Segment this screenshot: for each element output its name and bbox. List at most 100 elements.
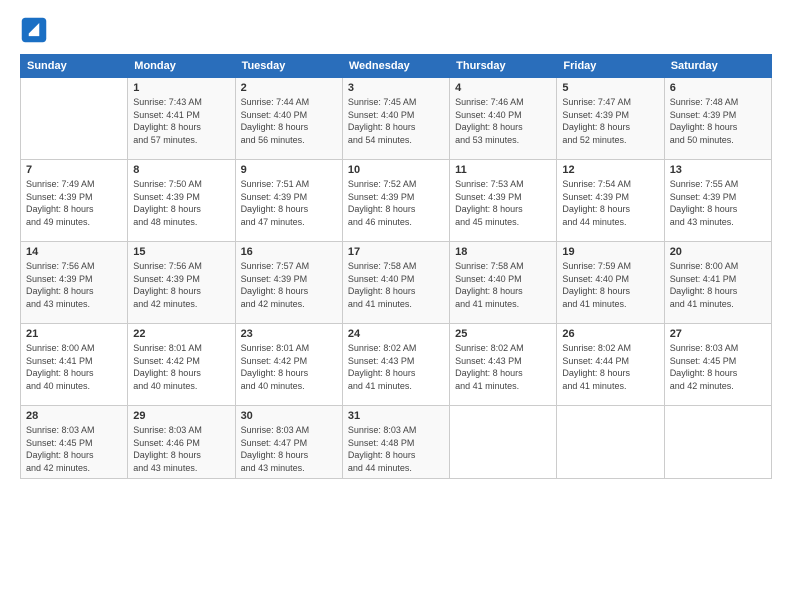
day-number: 18	[455, 246, 551, 258]
day-info: Sunrise: 8:03 AM Sunset: 4:45 PM Dayligh…	[670, 342, 766, 392]
day-number: 16	[241, 246, 337, 258]
day-info: Sunrise: 8:03 AM Sunset: 4:47 PM Dayligh…	[241, 424, 337, 474]
weekday-header-thursday: Thursday	[450, 55, 557, 78]
day-number: 11	[455, 164, 551, 176]
day-info: Sunrise: 8:03 AM Sunset: 4:48 PM Dayligh…	[348, 424, 444, 474]
day-info: Sunrise: 8:03 AM Sunset: 4:45 PM Dayligh…	[26, 424, 122, 474]
day-number: 22	[133, 328, 229, 340]
calendar-cell: 11 Sunrise: 7:53 AM Sunset: 4:39 PM Dayli…	[450, 160, 557, 242]
day-info: Sunrise: 8:02 AM Sunset: 4:44 PM Dayligh…	[562, 342, 658, 392]
day-number: 28	[26, 410, 122, 422]
day-info: Sunrise: 7:54 AM Sunset: 4:39 PM Dayligh…	[562, 178, 658, 228]
calendar-cell	[557, 406, 664, 479]
day-info: Sunrise: 7:43 AM Sunset: 4:41 PM Dayligh…	[133, 96, 229, 146]
weekday-header-sunday: Sunday	[21, 55, 128, 78]
weekday-header-tuesday: Tuesday	[235, 55, 342, 78]
day-number: 7	[26, 164, 122, 176]
day-number: 5	[562, 82, 658, 94]
day-number: 3	[348, 82, 444, 94]
day-number: 14	[26, 246, 122, 258]
calendar-cell: 14 Sunrise: 7:56 AM Sunset: 4:39 PM Dayli…	[21, 242, 128, 324]
weekday-header-monday: Monday	[128, 55, 235, 78]
calendar-cell: 25Sunrise: 8:02 AM Sunset: 4:43 PM Dayli…	[450, 324, 557, 406]
day-number: 19	[562, 246, 658, 258]
day-info: Sunrise: 8:00 AM Sunset: 4:41 PM Dayligh…	[670, 260, 766, 310]
calendar-cell: 24Sunrise: 8:02 AM Sunset: 4:43 PM Dayli…	[342, 324, 449, 406]
day-number: 26	[562, 328, 658, 340]
day-info: Sunrise: 7:56 AM Sunset: 4:39 PM Dayligh…	[133, 260, 229, 310]
calendar-cell: 26 Sunrise: 8:02 AM Sunset: 4:44 PM Dayli…	[557, 324, 664, 406]
weekday-header-row: SundayMondayTuesdayWednesdayThursdayFrid…	[21, 55, 772, 78]
day-info: Sunrise: 8:02 AM Sunset: 4:43 PM Dayligh…	[348, 342, 444, 392]
day-info: Sunrise: 7:46 AM Sunset: 4:40 PM Dayligh…	[455, 96, 551, 146]
calendar-cell: 18 Sunrise: 7:58 AM Sunset: 4:40 PM Dayli…	[450, 242, 557, 324]
calendar-cell: 28 Sunrise: 8:03 AM Sunset: 4:45 PM Dayli…	[21, 406, 128, 479]
day-info: Sunrise: 7:59 AM Sunset: 4:40 PM Dayligh…	[562, 260, 658, 310]
weekday-header-friday: Friday	[557, 55, 664, 78]
day-number: 29	[133, 410, 229, 422]
calendar-cell: 7 Sunrise: 7:49 AM Sunset: 4:39 PM Daylig…	[21, 160, 128, 242]
calendar-cell	[450, 406, 557, 479]
day-info: Sunrise: 7:49 AM Sunset: 4:39 PM Dayligh…	[26, 178, 122, 228]
calendar-cell: 6Sunrise: 7:48 AM Sunset: 4:39 PM Daylig…	[664, 78, 771, 160]
day-number: 15	[133, 246, 229, 258]
calendar-cell: 29 Sunrise: 8:03 AM Sunset: 4:46 PM Dayli…	[128, 406, 235, 479]
calendar-cell: 17Sunrise: 7:58 AM Sunset: 4:40 PM Dayli…	[342, 242, 449, 324]
calendar-cell	[21, 78, 128, 160]
day-number: 30	[241, 410, 337, 422]
calendar-cell: 2 Sunrise: 7:44 AM Sunset: 4:40 PM Daylig…	[235, 78, 342, 160]
day-info: Sunrise: 7:58 AM Sunset: 4:40 PM Dayligh…	[348, 260, 444, 310]
weekday-header-saturday: Saturday	[664, 55, 771, 78]
day-number: 4	[455, 82, 551, 94]
day-info: Sunrise: 7:55 AM Sunset: 4:39 PM Dayligh…	[670, 178, 766, 228]
calendar-cell: 13 Sunrise: 7:55 AM Sunset: 4:39 PM Dayli…	[664, 160, 771, 242]
day-info: Sunrise: 7:56 AM Sunset: 4:39 PM Dayligh…	[26, 260, 122, 310]
calendar-cell: 9 Sunrise: 7:51 AM Sunset: 4:39 PM Daylig…	[235, 160, 342, 242]
day-number: 1	[133, 82, 229, 94]
day-info: Sunrise: 7:48 AM Sunset: 4:39 PM Dayligh…	[670, 96, 766, 146]
day-info: Sunrise: 7:47 AM Sunset: 4:39 PM Dayligh…	[562, 96, 658, 146]
logo	[20, 16, 52, 44]
calendar-cell: 31 Sunrise: 8:03 AM Sunset: 4:48 PM Dayli…	[342, 406, 449, 479]
day-info: Sunrise: 7:52 AM Sunset: 4:39 PM Dayligh…	[348, 178, 444, 228]
calendar-cell: 22Sunrise: 8:01 AM Sunset: 4:42 PM Dayli…	[128, 324, 235, 406]
day-number: 31	[348, 410, 444, 422]
day-number: 20	[670, 246, 766, 258]
day-info: Sunrise: 8:00 AM Sunset: 4:41 PM Dayligh…	[26, 342, 122, 392]
day-number: 27	[670, 328, 766, 340]
day-number: 10	[348, 164, 444, 176]
calendar-table: SundayMondayTuesdayWednesdayThursdayFrid…	[20, 54, 772, 479]
day-info: Sunrise: 7:45 AM Sunset: 4:40 PM Dayligh…	[348, 96, 444, 146]
calendar-cell: 30 Sunrise: 8:03 AM Sunset: 4:47 PM Dayli…	[235, 406, 342, 479]
calendar-cell: 5 Sunrise: 7:47 AM Sunset: 4:39 PM Daylig…	[557, 78, 664, 160]
calendar-cell: 1 Sunrise: 7:43 AM Sunset: 4:41 PM Daylig…	[128, 78, 235, 160]
calendar-cell: 21 Sunrise: 8:00 AM Sunset: 4:41 PM Dayli…	[21, 324, 128, 406]
calendar-cell: 15 Sunrise: 7:56 AM Sunset: 4:39 PM Dayli…	[128, 242, 235, 324]
calendar-cell: 4 Sunrise: 7:46 AM Sunset: 4:40 PM Daylig…	[450, 78, 557, 160]
day-number: 23	[241, 328, 337, 340]
calendar-cell: 12 Sunrise: 7:54 AM Sunset: 4:39 PM Dayli…	[557, 160, 664, 242]
day-number: 21	[26, 328, 122, 340]
calendar-container: SundayMondayTuesdayWednesdayThursdayFrid…	[0, 0, 792, 612]
calendar-cell: 10 Sunrise: 7:52 AM Sunset: 4:39 PM Dayli…	[342, 160, 449, 242]
day-info: Sunrise: 7:57 AM Sunset: 4:39 PM Dayligh…	[241, 260, 337, 310]
day-number: 25	[455, 328, 551, 340]
day-number: 9	[241, 164, 337, 176]
day-info: Sunrise: 7:53 AM Sunset: 4:39 PM Dayligh…	[455, 178, 551, 228]
day-info: Sunrise: 7:44 AM Sunset: 4:40 PM Dayligh…	[241, 96, 337, 146]
day-info: Sunrise: 7:51 AM Sunset: 4:39 PM Dayligh…	[241, 178, 337, 228]
day-info: Sunrise: 7:58 AM Sunset: 4:40 PM Dayligh…	[455, 260, 551, 310]
calendar-cell: 3 Sunrise: 7:45 AM Sunset: 4:40 PM Daylig…	[342, 78, 449, 160]
day-info: Sunrise: 8:01 AM Sunset: 4:42 PM Dayligh…	[241, 342, 337, 392]
calendar-cell: 23 Sunrise: 8:01 AM Sunset: 4:42 PM Dayli…	[235, 324, 342, 406]
calendar-cell: 20 Sunrise: 8:00 AM Sunset: 4:41 PM Dayli…	[664, 242, 771, 324]
calendar-cell: 19 Sunrise: 7:59 AM Sunset: 4:40 PM Dayli…	[557, 242, 664, 324]
weekday-header-wednesday: Wednesday	[342, 55, 449, 78]
day-info: Sunrise: 8:03 AM Sunset: 4:46 PM Dayligh…	[133, 424, 229, 474]
day-number: 12	[562, 164, 658, 176]
logo-icon	[20, 16, 48, 44]
day-number: 2	[241, 82, 337, 94]
header	[20, 16, 772, 44]
calendar-cell: 27 Sunrise: 8:03 AM Sunset: 4:45 PM Dayli…	[664, 324, 771, 406]
day-number: 13	[670, 164, 766, 176]
